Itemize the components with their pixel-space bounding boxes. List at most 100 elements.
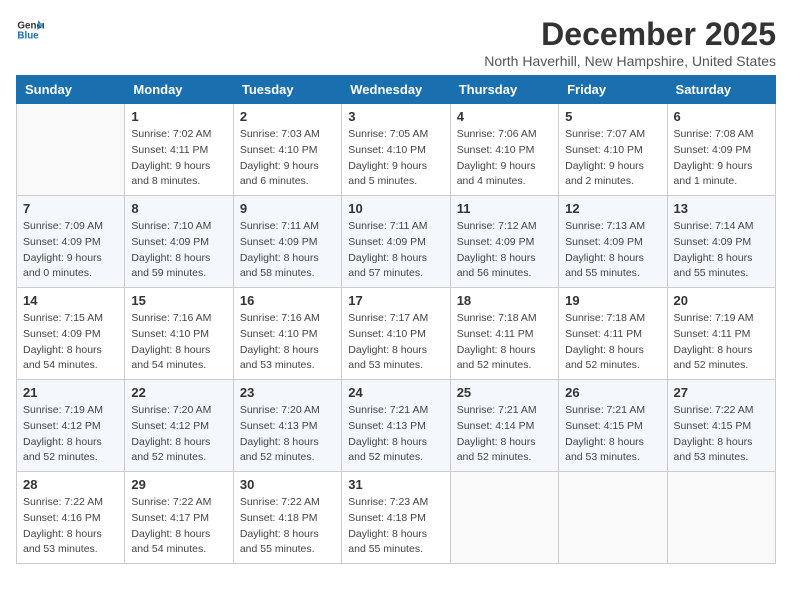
calendar-cell: 27Sunrise: 7:22 AMSunset: 4:15 PMDayligh… [667,380,775,472]
calendar-cell: 21Sunrise: 7:19 AMSunset: 4:12 PMDayligh… [17,380,125,472]
calendar-cell: 7 Sunrise: 7:09 AMSunset: 4:09 PMDaylight… [17,196,125,288]
day-number: 11 [457,201,552,216]
calendar-cell: 22 Sunrise: 7:20 AMSunset: 4:12 PMDayligh… [125,380,233,472]
day-number: 2 [240,109,335,124]
day-number: 24 [348,385,443,400]
calendar-cell: 31 Sunrise: 7:23 AMSunset: 4:18 PMDayligh… [342,472,450,564]
calendar-cell: 23 Sunrise: 7:20 AMSunset: 4:13 PMDayligh… [233,380,341,472]
calendar-cell: 29Sunrise: 7:22 AMSunset: 4:17 PMDayligh… [125,472,233,564]
day-detail: Sunrise: 7:07 AMSunset: 4:10 PMDaylight:… [565,127,660,190]
calendar-cell: 30 Sunrise: 7:22 AMSunset: 4:18 PMDayligh… [233,472,341,564]
day-detail: Sunrise: 7:15 AMSunset: 4:09 PMDaylight:… [23,311,118,374]
calendar-cell: 6 Sunrise: 7:08 AMSunset: 4:09 PMDaylight… [667,104,775,196]
day-detail: Sunrise: 7:22 AMSunset: 4:15 PMDaylight:… [674,403,769,466]
day-number: 1 [131,109,226,124]
day-detail: Sunrise: 7:20 AMSunset: 4:13 PMDaylight:… [240,403,335,466]
week-row-4: 21Sunrise: 7:19 AMSunset: 4:12 PMDayligh… [17,380,776,472]
week-row-5: 28Sunrise: 7:22 AMSunset: 4:16 PMDayligh… [17,472,776,564]
calendar-cell: 15 Sunrise: 7:16 AMSunset: 4:10 PMDayligh… [125,288,233,380]
calendar-cell: 20 Sunrise: 7:19 AMSunset: 4:11 PMDayligh… [667,288,775,380]
weekday-header-row: SundayMondayTuesdayWednesdayThursdayFrid… [17,76,776,104]
day-detail: Sunrise: 7:17 AMSunset: 4:10 PMDaylight:… [348,311,443,374]
week-row-1: 1 Sunrise: 7:02 AMSunset: 4:11 PMDaylight… [17,104,776,196]
weekday-header-tuesday: Tuesday [233,76,341,104]
day-detail: Sunrise: 7:16 AMSunset: 4:10 PMDaylight:… [240,311,335,374]
title-area: December 2025 North Haverhill, New Hamps… [484,16,776,69]
day-detail: Sunrise: 7:20 AMSunset: 4:12 PMDaylight:… [131,403,226,466]
location-title: North Haverhill, New Hampshire, United S… [484,53,776,69]
calendar-cell: 18 Sunrise: 7:18 AMSunset: 4:11 PMDayligh… [450,288,558,380]
logo-icon: General Blue [16,16,44,44]
calendar-cell: 8Sunrise: 7:10 AMSunset: 4:09 PMDaylight… [125,196,233,288]
day-detail: Sunrise: 7:18 AMSunset: 4:11 PMDaylight:… [457,311,552,374]
day-detail: Sunrise: 7:06 AMSunset: 4:10 PMDaylight:… [457,127,552,190]
calendar-cell: 3 Sunrise: 7:05 AMSunset: 4:10 PMDaylight… [342,104,450,196]
day-number: 20 [674,293,769,308]
weekday-header-friday: Friday [559,76,667,104]
day-number: 10 [348,201,443,216]
day-number: 12 [565,201,660,216]
calendar-cell [17,104,125,196]
weekday-header-sunday: Sunday [17,76,125,104]
day-number: 7 [23,201,118,216]
day-number: 15 [131,293,226,308]
calendar-cell [559,472,667,564]
calendar-cell: 28Sunrise: 7:22 AMSunset: 4:16 PMDayligh… [17,472,125,564]
calendar-cell: 5Sunrise: 7:07 AMSunset: 4:10 PMDaylight… [559,104,667,196]
weekday-header-saturday: Saturday [667,76,775,104]
day-detail: Sunrise: 7:11 AMSunset: 4:09 PMDaylight:… [240,219,335,282]
day-detail: Sunrise: 7:16 AMSunset: 4:10 PMDaylight:… [131,311,226,374]
day-detail: Sunrise: 7:03 AMSunset: 4:10 PMDaylight:… [240,127,335,190]
day-detail: Sunrise: 7:21 AMSunset: 4:13 PMDaylight:… [348,403,443,466]
day-number: 6 [674,109,769,124]
weekday-header-thursday: Thursday [450,76,558,104]
day-number: 31 [348,477,443,492]
day-detail: Sunrise: 7:13 AMSunset: 4:09 PMDaylight:… [565,219,660,282]
day-number: 21 [23,385,118,400]
day-detail: Sunrise: 7:14 AMSunset: 4:09 PMDaylight:… [674,219,769,282]
day-number: 3 [348,109,443,124]
day-detail: Sunrise: 7:19 AMSunset: 4:11 PMDaylight:… [674,311,769,374]
month-title: December 2025 [484,16,776,53]
day-number: 23 [240,385,335,400]
day-number: 18 [457,293,552,308]
calendar-cell: 9Sunrise: 7:11 AMSunset: 4:09 PMDaylight… [233,196,341,288]
day-number: 25 [457,385,552,400]
svg-text:Blue: Blue [17,30,39,41]
calendar-cell: 24 Sunrise: 7:21 AMSunset: 4:13 PMDayligh… [342,380,450,472]
calendar-cell: 11 Sunrise: 7:12 AMSunset: 4:09 PMDayligh… [450,196,558,288]
day-detail: Sunrise: 7:21 AMSunset: 4:14 PMDaylight:… [457,403,552,466]
calendar-cell: 4Sunrise: 7:06 AMSunset: 4:10 PMDaylight… [450,104,558,196]
weekday-header-wednesday: Wednesday [342,76,450,104]
calendar: SundayMondayTuesdayWednesdayThursdayFrid… [16,75,776,564]
day-detail: Sunrise: 7:22 AMSunset: 4:16 PMDaylight:… [23,495,118,558]
weekday-header-monday: Monday [125,76,233,104]
day-detail: Sunrise: 7:12 AMSunset: 4:09 PMDaylight:… [457,219,552,282]
header: General Blue December 2025 North Haverhi… [16,16,776,69]
day-detail: Sunrise: 7:22 AMSunset: 4:18 PMDaylight:… [240,495,335,558]
calendar-cell [667,472,775,564]
calendar-cell: 17 Sunrise: 7:17 AMSunset: 4:10 PMDayligh… [342,288,450,380]
calendar-cell: 1 Sunrise: 7:02 AMSunset: 4:11 PMDaylight… [125,104,233,196]
day-detail: Sunrise: 7:05 AMSunset: 4:10 PMDaylight:… [348,127,443,190]
calendar-cell: 12 Sunrise: 7:13 AMSunset: 4:09 PMDayligh… [559,196,667,288]
day-number: 17 [348,293,443,308]
calendar-cell: 19 Sunrise: 7:18 AMSunset: 4:11 PMDayligh… [559,288,667,380]
day-detail: Sunrise: 7:18 AMSunset: 4:11 PMDaylight:… [565,311,660,374]
calendar-cell: 2 Sunrise: 7:03 AMSunset: 4:10 PMDaylight… [233,104,341,196]
day-detail: Sunrise: 7:22 AMSunset: 4:17 PMDaylight:… [131,495,226,558]
day-number: 22 [131,385,226,400]
day-number: 16 [240,293,335,308]
day-detail: Sunrise: 7:09 AMSunset: 4:09 PMDaylight:… [23,219,118,282]
day-number: 14 [23,293,118,308]
day-detail: Sunrise: 7:11 AMSunset: 4:09 PMDaylight:… [348,219,443,282]
day-number: 19 [565,293,660,308]
day-detail: Sunrise: 7:21 AMSunset: 4:15 PMDaylight:… [565,403,660,466]
calendar-cell [450,472,558,564]
day-detail: Sunrise: 7:02 AMSunset: 4:11 PMDaylight:… [131,127,226,190]
day-detail: Sunrise: 7:10 AMSunset: 4:09 PMDaylight:… [131,219,226,282]
day-detail: Sunrise: 7:08 AMSunset: 4:09 PMDaylight:… [674,127,769,190]
calendar-cell: 26Sunrise: 7:21 AMSunset: 4:15 PMDayligh… [559,380,667,472]
day-number: 30 [240,477,335,492]
day-detail: Sunrise: 7:23 AMSunset: 4:18 PMDaylight:… [348,495,443,558]
